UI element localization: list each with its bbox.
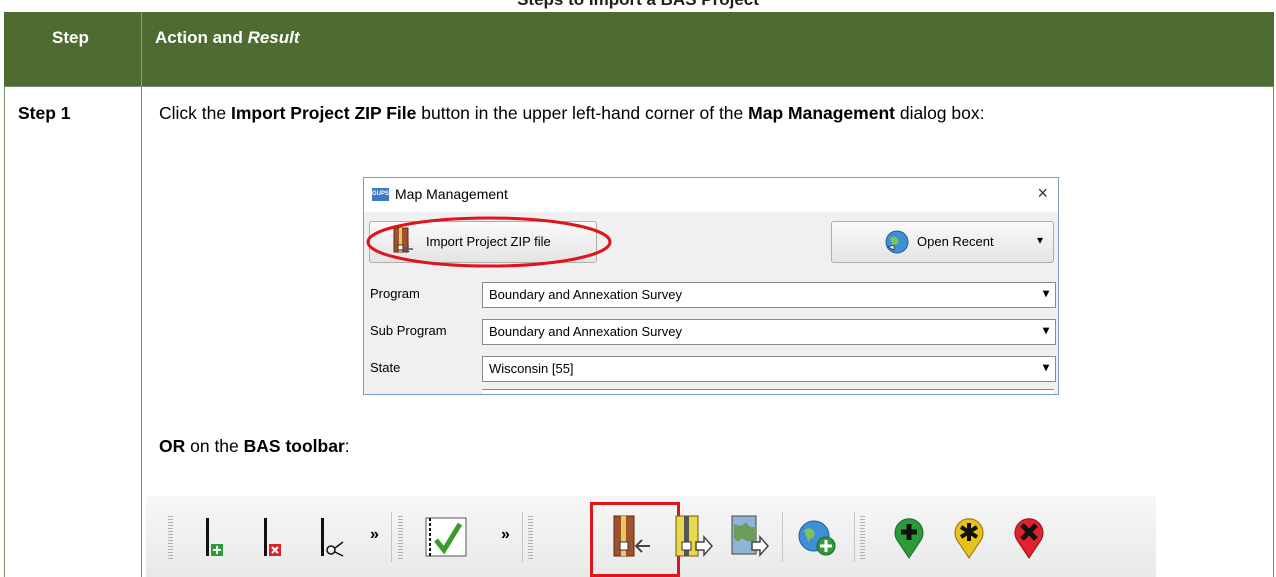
export-zip-icon[interactable] xyxy=(670,514,716,560)
table-header xyxy=(4,12,1274,86)
export-map-icon[interactable] xyxy=(726,514,772,560)
step-instruction: Click the Import Project ZIP File button… xyxy=(159,103,985,123)
bas-toolbar: » » xyxy=(146,496,1156,577)
sub-program-value: Boundary and Annexation Survey xyxy=(489,324,682,339)
toolbar-separator xyxy=(391,512,392,562)
toolbar-separator xyxy=(522,512,523,562)
open-recent-label: Open Recent xyxy=(917,234,994,249)
import-zip-icon[interactable] xyxy=(608,514,654,560)
chevron-down-icon[interactable]: ▾ xyxy=(1043,360,1049,374)
toolbar-separator xyxy=(854,512,855,562)
table-left-border xyxy=(4,86,5,577)
column-divider xyxy=(141,86,142,577)
table-right-border xyxy=(1273,86,1274,577)
or-toolbar-text: OR on the BAS toolbar: xyxy=(159,436,350,456)
toolbar-grip[interactable] xyxy=(398,516,403,560)
toolbar-grip[interactable] xyxy=(860,516,865,560)
header-divider xyxy=(141,12,142,86)
header-action: Action and Result xyxy=(155,28,300,47)
chevron-down-icon[interactable]: ▾ xyxy=(1043,323,1049,337)
state-value: Wisconsin [55] xyxy=(489,361,574,376)
delete-line-icon[interactable] xyxy=(254,514,300,560)
row-divider xyxy=(4,86,1274,87)
add-web-service-icon[interactable] xyxy=(794,514,840,560)
close-icon[interactable]: × xyxy=(1037,183,1048,204)
program-label: Program xyxy=(370,286,420,301)
next-field-partial xyxy=(482,389,1054,394)
open-recent-button[interactable]: Open Recent ▾ xyxy=(831,221,1054,263)
toolbar-separator xyxy=(782,512,783,562)
table-title: Steps to Import a BAS Project xyxy=(0,0,1276,10)
delete-point-icon[interactable] xyxy=(1006,514,1052,560)
state-select[interactable]: Wisconsin [55] ▾ xyxy=(482,356,1056,382)
map-management-dialog: GUPS Map Management × Import Project ZIP… xyxy=(363,177,1059,395)
toolbar-grip[interactable] xyxy=(168,516,173,560)
sub-program-select[interactable]: Boundary and Annexation Survey ▾ xyxy=(482,319,1056,345)
step-label: Step 1 xyxy=(18,103,71,123)
sub-program-label: Sub Program xyxy=(370,323,447,338)
dialog-titlebar: GUPS Map Management × xyxy=(364,178,1058,212)
validate-icon[interactable] xyxy=(416,514,472,560)
program-select[interactable]: Boundary and Annexation Survey ▾ xyxy=(482,282,1056,308)
add-point-icon[interactable] xyxy=(886,514,932,560)
state-label: State xyxy=(370,360,401,375)
toolbar-grip[interactable] xyxy=(528,516,533,560)
highlight-ellipse xyxy=(366,216,612,268)
dialog-title: Map Management xyxy=(395,186,508,202)
split-line-icon[interactable] xyxy=(311,514,357,560)
chevron-down-icon[interactable]: ▾ xyxy=(1043,286,1049,300)
globe-recent-icon xyxy=(885,230,909,254)
header-step: Step xyxy=(52,28,89,47)
chevron-down-icon[interactable]: ▾ xyxy=(1037,233,1043,247)
program-value: Boundary and Annexation Survey xyxy=(489,287,682,302)
gups-app-icon: GUPS xyxy=(372,188,389,201)
overflow-chevron-icon[interactable]: » xyxy=(501,526,510,544)
modify-point-icon[interactable] xyxy=(946,514,992,560)
add-line-icon[interactable] xyxy=(196,514,242,560)
overflow-chevron-icon[interactable]: » xyxy=(370,526,379,544)
